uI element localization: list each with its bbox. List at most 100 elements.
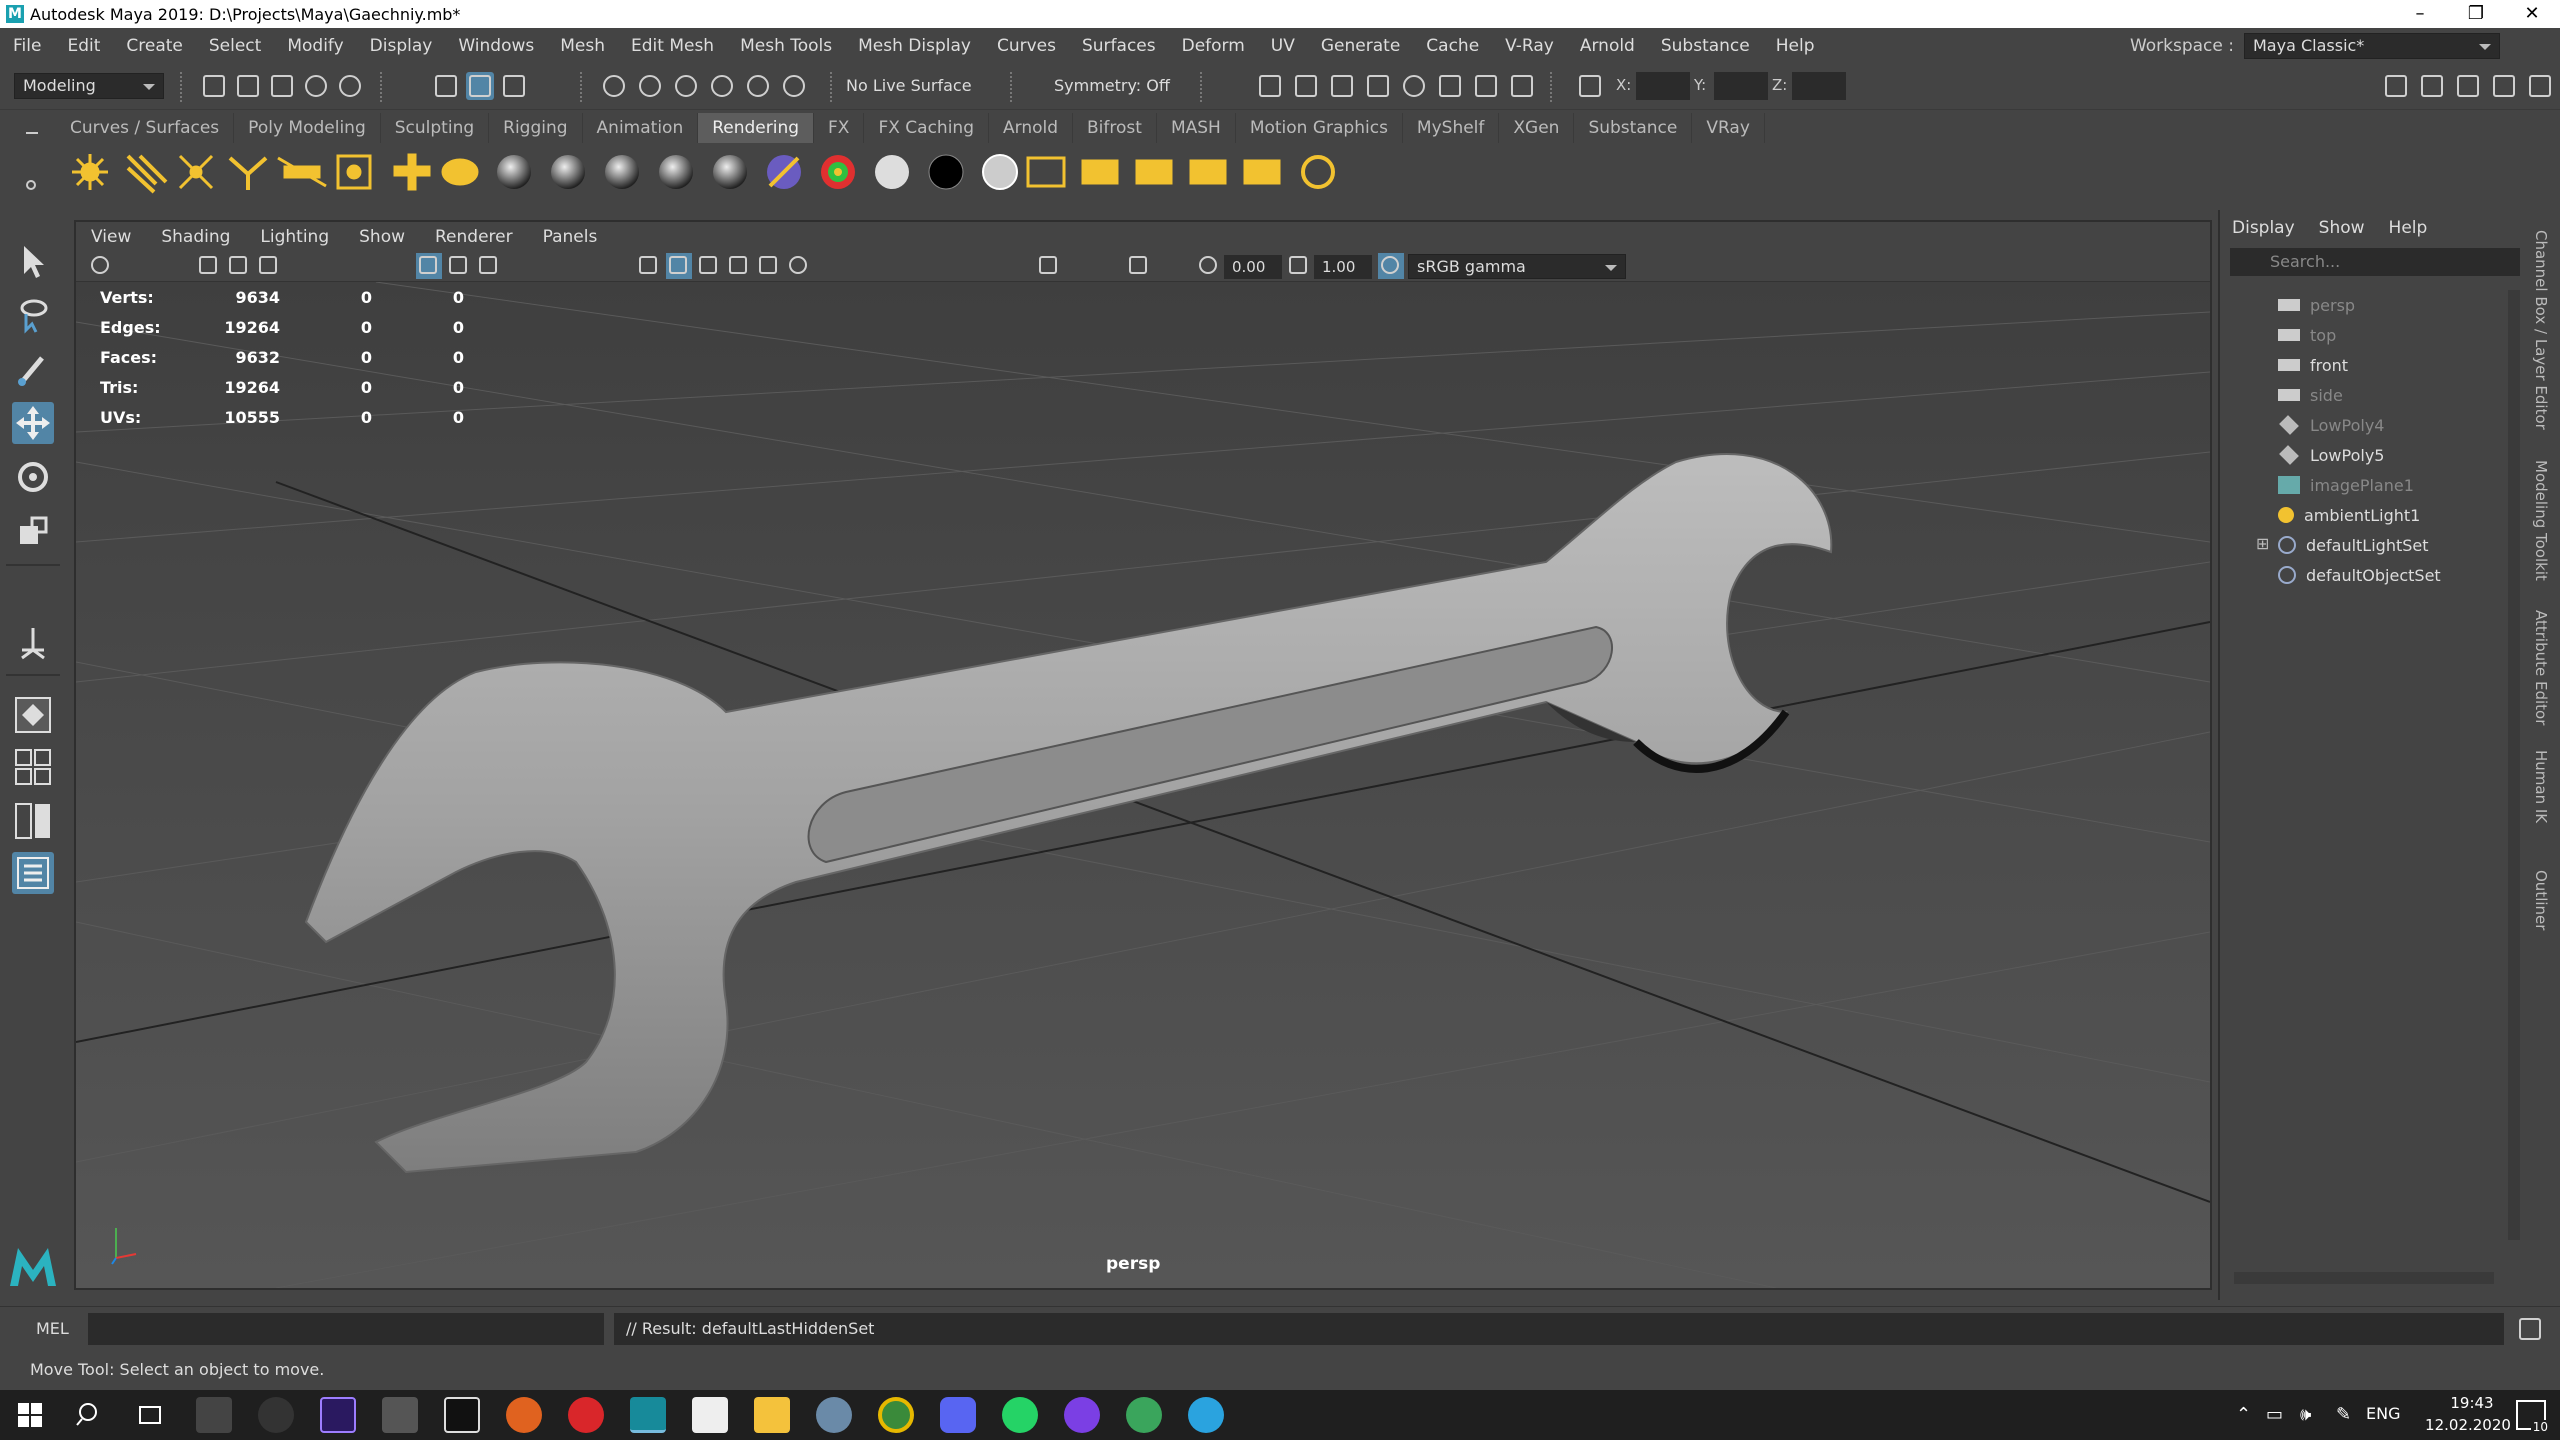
task-view-icon[interactable] <box>132 1397 168 1433</box>
view-transform-dropdown[interactable]: sRGB gamma <box>1408 254 1626 279</box>
viewport-scene[interactable] <box>76 282 2210 1288</box>
snap-view-plane-icon[interactable] <box>708 72 736 100</box>
menu-edit-mesh[interactable]: Edit Mesh <box>618 36 727 56</box>
substance-icon[interactable] <box>568 1397 604 1433</box>
grid-toggle-icon[interactable] <box>416 253 442 279</box>
menu-generate[interactable]: Generate <box>1308 36 1413 56</box>
minimize-button[interactable]: – <box>2392 0 2448 28</box>
expand-icon[interactable]: ⊞ <box>2256 534 2269 553</box>
shelf-tab-mash[interactable]: MASH <box>1157 113 1236 143</box>
outliner-item[interactable]: LowPoly5 <box>2278 440 2384 470</box>
after-effects-icon[interactable] <box>320 1397 356 1433</box>
side-tab-attribute-editor[interactable]: Attribute Editor <box>2532 610 2550 725</box>
ipr-render-icon[interactable] <box>1364 72 1392 100</box>
shelf-tab-motion-graphics[interactable]: Motion Graphics <box>1236 113 1403 143</box>
resolution-gate-icon[interactable] <box>476 253 502 279</box>
z-field[interactable] <box>1792 72 1846 100</box>
calculator-icon[interactable] <box>196 1397 232 1433</box>
telegram-icon[interactable] <box>1188 1397 1224 1433</box>
shelf-tab-curves-surfaces[interactable]: Curves / Surfaces <box>56 113 235 143</box>
menu-v-ray[interactable]: V-Ray <box>1492 36 1567 56</box>
menu-windows[interactable]: Windows <box>445 36 547 56</box>
viewport-menu-show[interactable]: Show <box>344 227 420 247</box>
side-tab-human-ik[interactable]: Human IK <box>2532 750 2550 823</box>
script-editor-icon[interactable] <box>2516 1315 2544 1343</box>
origin-icon[interactable] <box>506 1397 542 1433</box>
menu-edit[interactable]: Edit <box>54 36 113 56</box>
viewport-menu-view[interactable]: View <box>76 227 146 247</box>
persp-outliner-layout-icon[interactable] <box>12 800 54 842</box>
menu-deform[interactable]: Deform <box>1169 36 1258 56</box>
smooth-shade-icon[interactable] <box>666 253 692 279</box>
shelf-options-icon[interactable] <box>22 124 40 194</box>
shelf-tab-xgen[interactable]: XGen <box>1499 113 1575 143</box>
command-input[interactable] <box>88 1313 604 1345</box>
outliner-layout-icon[interactable] <box>12 852 54 894</box>
outliner-item[interactable]: front <box>2278 350 2348 380</box>
snap-rotate-icon[interactable] <box>780 72 808 100</box>
menu-arnold[interactable]: Arnold <box>1567 36 1648 56</box>
menu-curves[interactable]: Curves <box>984 36 1069 56</box>
clock-date[interactable]: 12.02.2020 <box>2418 1416 2518 1434</box>
photos-icon[interactable] <box>382 1397 418 1433</box>
modeling-toolkit-icon[interactable] <box>2382 72 2410 100</box>
menu-create[interactable]: Create <box>113 36 196 56</box>
volume-icon[interactable]: 🕪 <box>2300 1404 2311 1425</box>
snap-curve-icon[interactable] <box>636 72 664 100</box>
workspace-dropdown[interactable]: Maya Classic* <box>2244 33 2500 59</box>
pen-icon[interactable]: ✎ <box>2336 1404 2351 1425</box>
viewport-menu-panels[interactable]: Panels <box>528 227 613 247</box>
color-management-icon[interactable] <box>1378 253 1404 279</box>
outliner-menu-show[interactable]: Show <box>2307 218 2377 238</box>
maya-taskbar-icon[interactable] <box>630 1397 666 1433</box>
wireframe-icon[interactable] <box>636 253 662 279</box>
live-surface-label[interactable]: No Live Surface <box>846 76 972 95</box>
snap-surface-icon[interactable] <box>744 72 772 100</box>
exposure-icon[interactable] <box>1196 253 1222 279</box>
epic-games-icon[interactable] <box>444 1397 480 1433</box>
render-setup-icon[interactable] <box>1436 72 1464 100</box>
menu-cache[interactable]: Cache <box>1413 36 1492 56</box>
shelf-tab-poly-modeling[interactable]: Poly Modeling <box>234 113 381 143</box>
outliner-item[interactable]: top <box>2278 320 2336 350</box>
viewport-menu-shading[interactable]: Shading <box>146 227 245 247</box>
hypershade-icon[interactable] <box>1400 72 1428 100</box>
open-scene-icon[interactable] <box>234 72 262 100</box>
side-tab-channel-box-layer-editor[interactable]: Channel Box / Layer Editor <box>2532 230 2550 430</box>
xray-icon[interactable] <box>756 253 782 279</box>
select-tool-icon[interactable] <box>12 240 54 282</box>
whatsapp-icon[interactable] <box>1002 1397 1038 1433</box>
outliner-item[interactable]: defaultObjectSet <box>2278 560 2441 590</box>
start-icon[interactable] <box>12 1397 48 1433</box>
render-current-icon[interactable] <box>1328 72 1356 100</box>
outliner-search-input[interactable]: Search... <box>2230 248 2520 276</box>
single-perspective-view-icon[interactable] <box>12 694 54 736</box>
outliner-vertical-scrollbar[interactable] <box>2508 290 2520 1240</box>
undo-icon[interactable] <box>302 72 330 100</box>
bookmarks-icon[interactable] <box>226 253 252 279</box>
menu-select[interactable]: Select <box>196 36 274 56</box>
side-tab-modeling-toolkit[interactable]: Modeling Toolkit <box>2532 460 2550 581</box>
film-gate-icon[interactable] <box>446 253 472 279</box>
menu-mesh[interactable]: Mesh <box>547 36 618 56</box>
y-field[interactable] <box>1714 72 1768 100</box>
snap-grid-icon[interactable] <box>600 72 628 100</box>
side-tab-outliner[interactable]: Outliner <box>2532 870 2550 930</box>
menu-help[interactable]: Help <box>1763 36 1828 56</box>
media-app-icon[interactable] <box>1064 1397 1100 1433</box>
channel-box-icon[interactable] <box>2526 72 2554 100</box>
tray-chevron-icon[interactable]: ⌃ <box>2236 1404 2251 1425</box>
render-settings-icon[interactable] <box>1256 72 1284 100</box>
file-explorer-icon[interactable] <box>754 1397 790 1433</box>
alarm-icon[interactable] <box>258 1397 294 1433</box>
light-editor-icon[interactable] <box>1472 72 1500 100</box>
save-scene-icon[interactable] <box>268 72 296 100</box>
shelf-tab-fx[interactable]: FX <box>814 113 865 143</box>
outliner-horizontal-scrollbar[interactable] <box>2234 1272 2494 1284</box>
shelf-tab-animation[interactable]: Animation <box>583 113 699 143</box>
shelf-tab-rendering[interactable]: Rendering <box>698 113 815 143</box>
image-plane-icon[interactable] <box>256 253 282 279</box>
clock-time[interactable]: 19:43 <box>2432 1394 2512 1412</box>
render-view-icon[interactable] <box>1292 72 1320 100</box>
wireframe-on-shaded-icon[interactable] <box>696 253 722 279</box>
